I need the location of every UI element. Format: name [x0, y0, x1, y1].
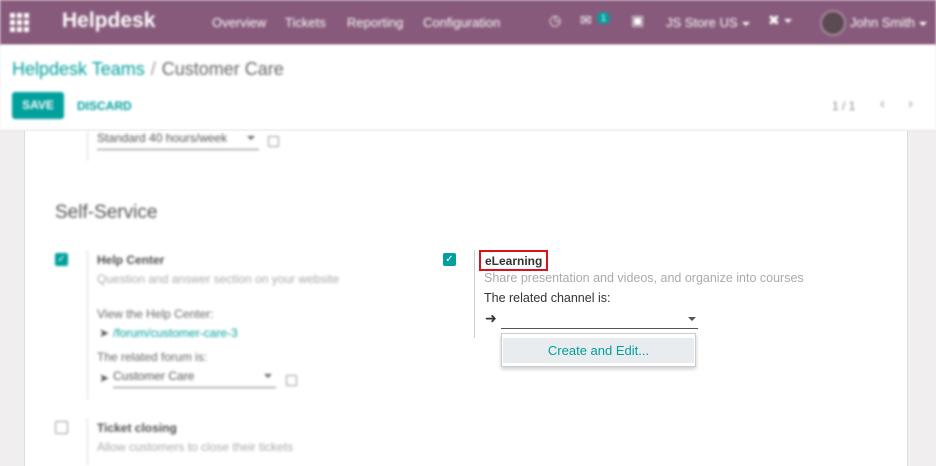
breadcrumb-current: Customer Care	[161, 59, 284, 79]
ticket-closing-help: Allow customers to close their tickets	[97, 440, 294, 454]
help-center-link[interactable]: /forum/customer-care-3	[113, 326, 238, 340]
messages-badge: 1	[597, 12, 611, 24]
discard-button[interactable]: DISCARD	[77, 99, 132, 113]
forum-select[interactable]: Customer Care	[113, 369, 276, 388]
gift-icon[interactable]: ▣	[631, 12, 644, 29]
breadcrumb-parent[interactable]: Helpdesk Teams	[12, 59, 145, 79]
divider	[87, 131, 88, 161]
divider	[474, 250, 475, 338]
menu-tickets[interactable]: Tickets	[285, 15, 326, 30]
forum-value: Customer Care	[113, 369, 195, 383]
clock-icon[interactable]: ◷	[549, 12, 561, 29]
arrow-right-icon: ➤	[99, 326, 110, 340]
divider	[87, 250, 88, 400]
top-navbar: Helpdesk Overview Tickets Reporting Conf…	[0, 0, 936, 45]
help-center-title: Help Center	[97, 253, 165, 267]
chevron-down-icon	[264, 374, 272, 378]
form-sheet	[24, 131, 908, 466]
external-link-icon[interactable]	[286, 375, 297, 386]
channel-select[interactable]	[501, 310, 698, 329]
chevron-down-icon	[688, 317, 696, 321]
menu-reporting[interactable]: Reporting	[347, 15, 403, 30]
chevron-down-icon	[919, 21, 928, 26]
divider	[87, 418, 88, 466]
help-center-help: Question and answer section on your webs…	[97, 272, 340, 286]
apps-grid-icon[interactable]	[10, 13, 30, 32]
chevron-down-icon	[741, 21, 750, 26]
pager-prev-icon[interactable]: ‹	[880, 95, 885, 112]
create-and-edit-option[interactable]: Create and Edit...	[503, 338, 694, 363]
chevron-down-icon	[783, 19, 792, 24]
breadcrumb: Helpdesk Teams / Customer Care	[12, 59, 284, 80]
forum-label: The related forum is:	[97, 350, 208, 364]
chat-icon[interactable]: ✉	[580, 12, 592, 29]
elearning-checkbox[interactable]: ✓	[443, 253, 456, 266]
user-name: John Smith	[850, 15, 916, 30]
avatar[interactable]	[820, 10, 846, 36]
elearning-title: eLearning	[479, 250, 549, 271]
help-center-view-label: View the Help Center:	[97, 307, 214, 321]
user-menu[interactable]: John Smith	[850, 15, 928, 30]
company-name: JS Store US	[666, 15, 738, 30]
channel-dropdown: Create and Edit...	[501, 333, 696, 367]
working-hours-value: Standard 40 hours/week	[97, 131, 228, 145]
working-hours-select[interactable]: Standard 40 hours/week	[97, 131, 259, 150]
breadcrumb-separator: /	[150, 59, 156, 79]
menu-configuration[interactable]: Configuration	[423, 15, 500, 30]
pager-next-icon[interactable]: ›	[908, 95, 913, 112]
help-center-checkbox[interactable]: ✓	[55, 253, 68, 266]
external-link-icon[interactable]	[268, 136, 279, 147]
save-button[interactable]: SAVE	[12, 92, 64, 119]
arrow-right-icon: ➜	[485, 310, 497, 326]
company-switcher[interactable]: JS Store US	[666, 15, 750, 30]
debug-icon[interactable]: ✖	[768, 12, 792, 29]
menu-overview[interactable]: Overview	[212, 15, 266, 30]
ticket-closing-title: Ticket closing	[97, 421, 177, 435]
ticket-closing-checkbox[interactable]	[55, 421, 68, 434]
control-panel: Helpdesk Teams / Customer Care SAVE DISCAR…	[0, 45, 936, 131]
pager-value: 1 / 1	[832, 99, 856, 113]
arrow-right-icon: ➤	[99, 371, 110, 385]
section-title: Self-Service	[55, 202, 158, 223]
channel-label: The related channel is:	[484, 291, 611, 305]
app-brand: Helpdesk	[62, 9, 156, 32]
chevron-down-icon	[247, 136, 255, 140]
elearning-help: Share presentation and videos, and organ…	[484, 271, 804, 285]
